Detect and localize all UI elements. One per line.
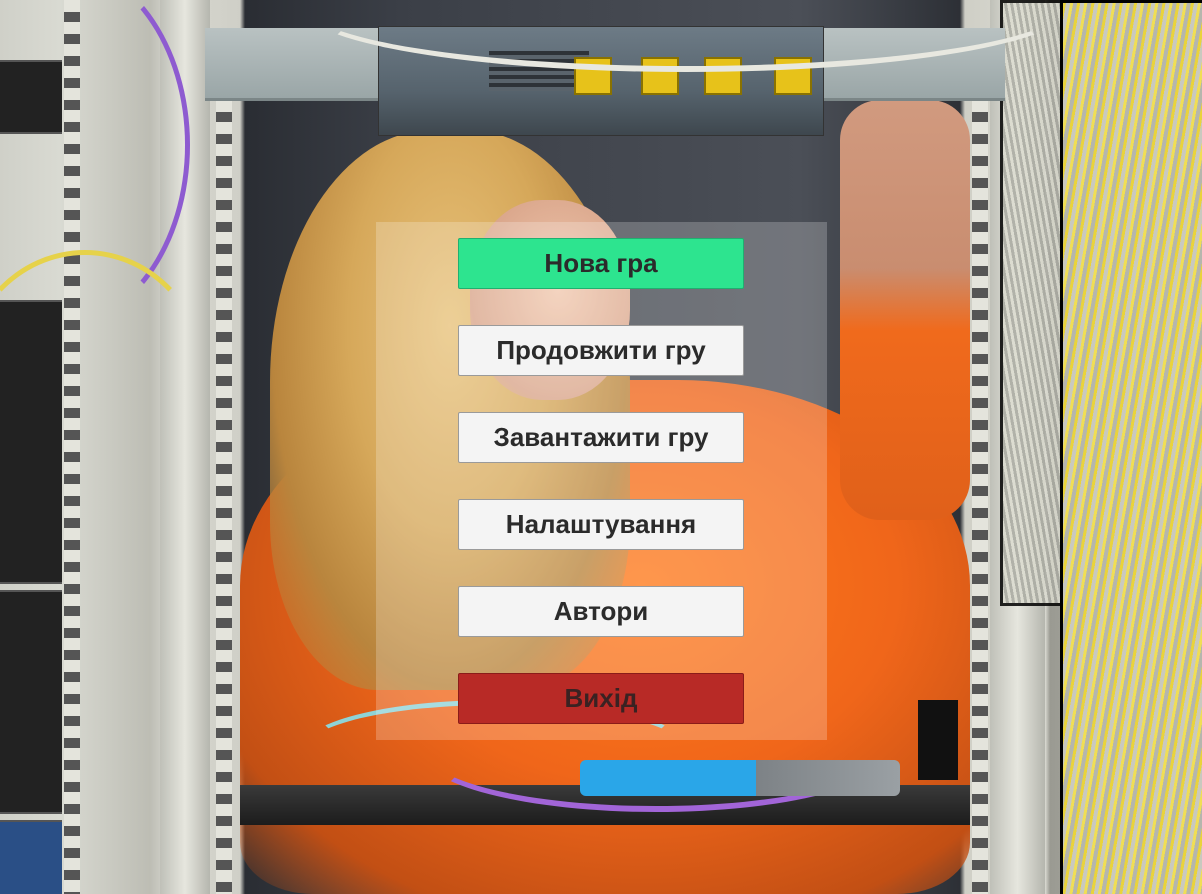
rack-rail (216, 100, 232, 894)
game-main-menu-screen: Нова гра Продовжити гру Завантажити гру … (0, 0, 1202, 894)
rack-device (0, 820, 62, 894)
menu-panel (376, 222, 827, 740)
settings-button[interactable]: Налаштування (458, 499, 744, 550)
new-game-button[interactable]: Нова гра (458, 238, 744, 289)
rack-logo (918, 700, 958, 780)
rack-device (0, 590, 62, 814)
authors-button[interactable]: Автори (458, 586, 744, 637)
crimping-tool (580, 760, 900, 796)
technician-arm (840, 100, 970, 520)
cable-bundle (1060, 0, 1202, 894)
rack-rail (972, 100, 988, 894)
continue-game-button[interactable]: Продовжити гру (458, 325, 744, 376)
exit-button[interactable]: Вихід (458, 673, 744, 724)
load-game-button[interactable]: Завантажити гру (458, 412, 744, 463)
